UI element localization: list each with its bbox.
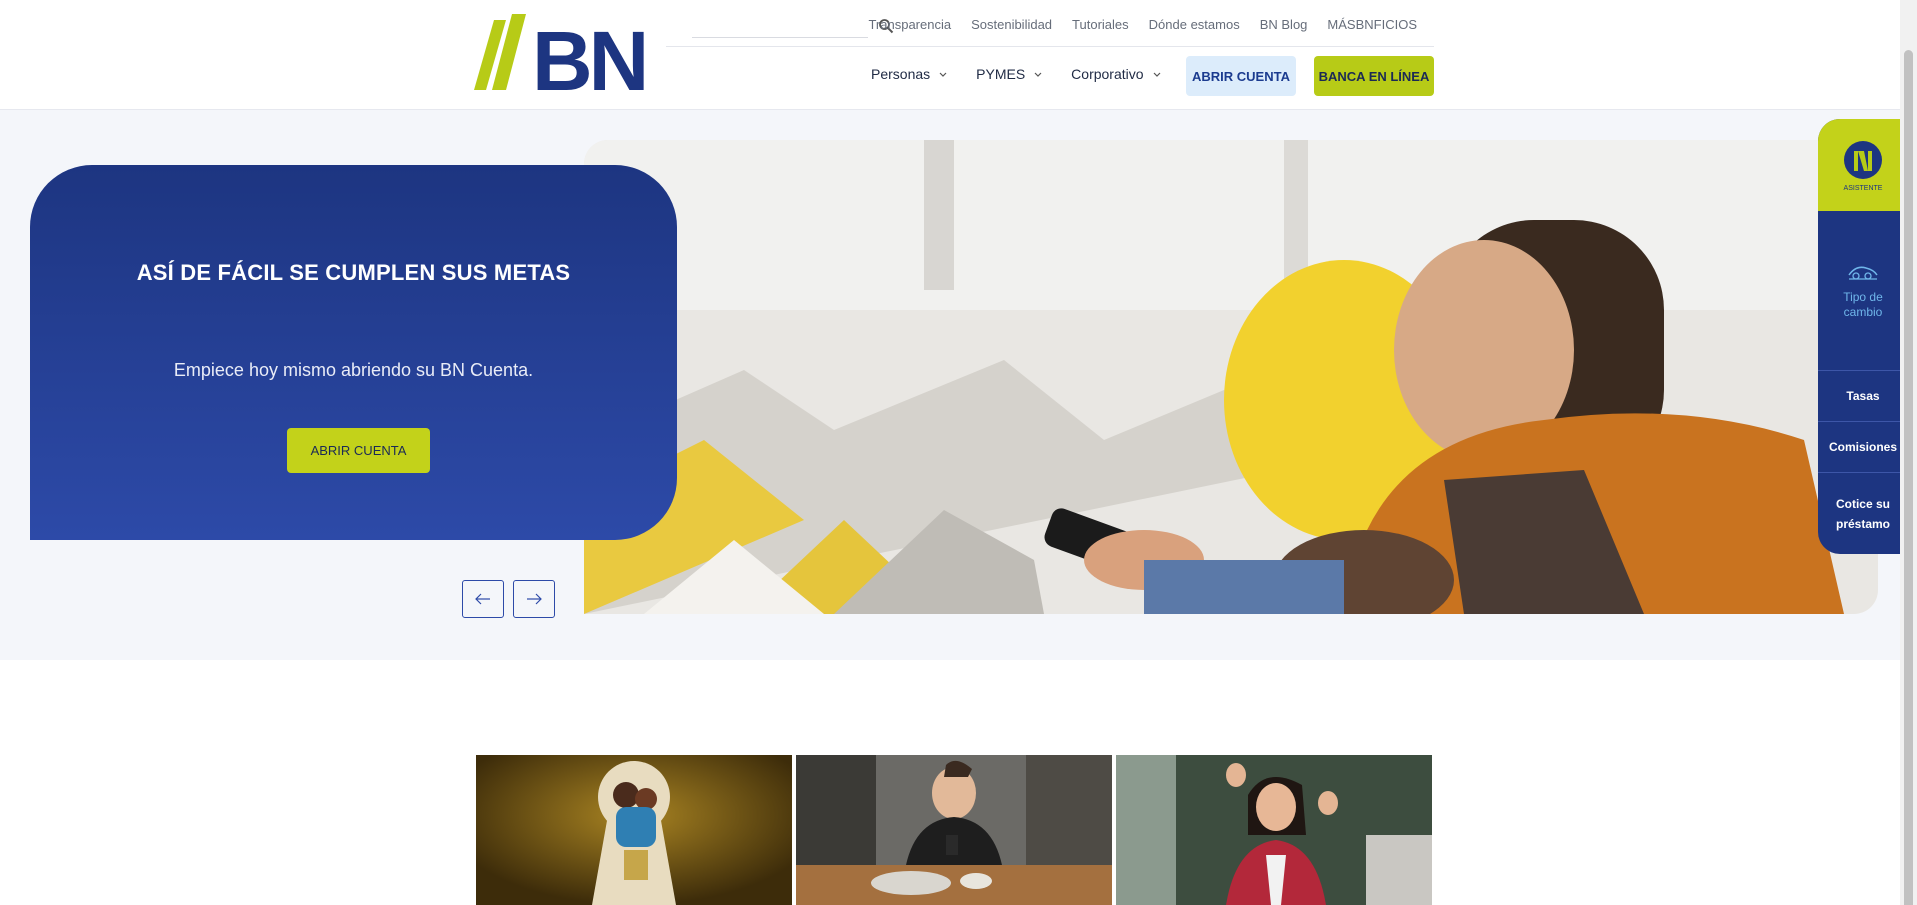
hero-photo — [584, 140, 1878, 614]
arrow-left-icon — [475, 593, 490, 605]
link-tutoriales[interactable]: Tutoriales — [1072, 17, 1129, 32]
nav-personas[interactable]: Personas — [871, 66, 948, 82]
nav-pymes-label: PYMES — [976, 66, 1026, 82]
loan-quote-label: Cotice su préstamo — [1835, 496, 1891, 531]
bn-logo[interactable]: BN — [474, 14, 646, 92]
nav-corporativo-label: Corporativo — [1071, 66, 1144, 82]
link-sostenibilidad[interactable]: Sostenibilidad — [971, 17, 1052, 32]
online-banking-button[interactable]: BANCA EN LÍNEA — [1314, 56, 1434, 96]
exchange-rate-label: Tipo de cambio — [1843, 289, 1883, 319]
link-bn-blog[interactable]: BN Blog — [1260, 17, 1308, 32]
link-donde-estamos[interactable]: Dónde estamos — [1149, 17, 1240, 32]
page: BN Transparencia Sostenibilidad Tutorial… — [0, 0, 1917, 905]
hero-title: ASÍ DE FÁCIL SE CUMPLEN SUS METAS — [136, 260, 571, 285]
promo-cards — [476, 755, 1432, 905]
promo-card-celebration[interactable] — [1116, 755, 1432, 905]
site-header: BN Transparencia Sostenibilidad Tutorial… — [0, 0, 1900, 110]
rates-link[interactable]: Tasas — [1818, 371, 1908, 422]
link-transparencia[interactable]: Transparencia — [868, 17, 951, 32]
assistant-label: ASISTENTE — [1844, 185, 1883, 192]
assistant-button[interactable]: ASISTENTE — [1818, 119, 1908, 211]
hero-open-account-button[interactable]: ABRIR CUENTA — [287, 428, 430, 473]
nav-personas-label: Personas — [871, 66, 931, 82]
side-widget: ASISTENTE Tipo de cambio Tasas Comisione… — [1818, 119, 1908, 554]
promo-card-keyhole[interactable] — [476, 755, 792, 905]
search-input[interactable] — [692, 14, 868, 38]
link-masbnficios[interactable]: MÁSBNFICIOS — [1327, 17, 1417, 32]
arrow-right-icon — [527, 593, 542, 605]
exchange-icon — [1848, 266, 1878, 280]
nav-pymes[interactable]: PYMES — [976, 66, 1043, 82]
fees-link[interactable]: Comisiones — [1818, 422, 1908, 473]
utility-links: Transparencia Sostenibilidad Tutoriales … — [868, 17, 1417, 32]
loan-quote-link[interactable]: Cotice su préstamo — [1818, 473, 1908, 554]
hero-subtitle: Empiece hoy mismo abriendo su BN Cuenta. — [173, 360, 534, 380]
assistant-icon: ASISTENTE — [1844, 141, 1883, 192]
header-divider — [666, 46, 1434, 47]
nav-corporativo[interactable]: Corporativo — [1071, 66, 1161, 82]
carousel-next-button[interactable] — [513, 580, 555, 618]
carousel-prev-button[interactable] — [462, 580, 504, 618]
hero-card: ASÍ DE FÁCIL SE CUMPLEN SUS METAS Empiec… — [30, 165, 677, 540]
chevron-down-icon — [1153, 72, 1160, 77]
chevron-down-icon — [1034, 72, 1042, 77]
logo-text: BN — [532, 14, 645, 92]
open-account-button[interactable]: ABRIR CUENTA — [1186, 56, 1296, 96]
promo-card-phone[interactable] — [796, 755, 1112, 905]
main-nav: Personas PYMES Corporativo — [871, 66, 1162, 82]
chevron-down-icon — [939, 72, 947, 77]
hero-section: ASÍ DE FÁCIL SE CUMPLEN SUS METAS Empiec… — [0, 110, 1900, 660]
exchange-rate-link[interactable]: Tipo de cambio — [1818, 211, 1908, 371]
scrollbar-thumb[interactable] — [1904, 50, 1913, 905]
